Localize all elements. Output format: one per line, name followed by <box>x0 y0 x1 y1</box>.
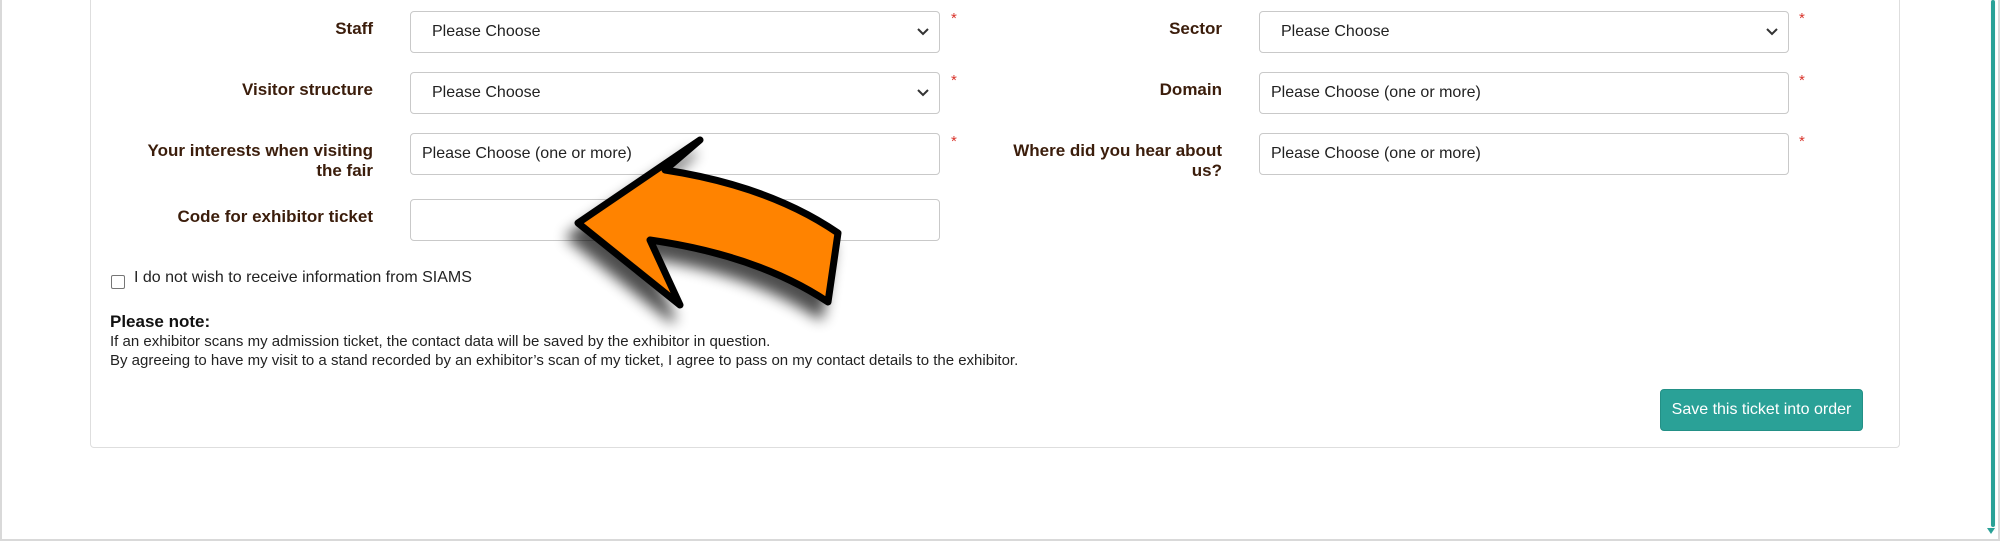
hear-about-label-line1: Where did you hear about <box>1013 141 1222 160</box>
staff-label: Staff <box>335 19 373 38</box>
sector-select[interactable]: Please Choose <box>1259 11 1789 53</box>
hear-about-label-line2: us? <box>1191 161 1222 180</box>
required-marker: * <box>1799 133 1805 150</box>
visitor-structure-select[interactable]: Please Choose <box>410 72 940 114</box>
sector-label: Sector <box>1169 19 1222 38</box>
note-line-2: By agreeing to have my visit to a stand … <box>110 352 1019 369</box>
note-title: Please note: <box>110 312 211 331</box>
required-marker: * <box>951 72 957 89</box>
scroll-down-arrow-icon[interactable] <box>1987 528 1995 534</box>
required-marker: * <box>1799 10 1805 27</box>
domain-label: Domain <box>1159 80 1222 99</box>
opt-out-checkbox[interactable] <box>111 275 125 289</box>
save-ticket-button[interactable]: Save this ticket into order <box>1660 389 1863 431</box>
interests-multiselect[interactable]: Please Choose (one or more) <box>410 133 940 175</box>
chevron-down-icon <box>1766 28 1778 36</box>
interests-multiselect-value: Please Choose (one or more) <box>422 145 632 162</box>
interests-label-line2: the fair <box>316 161 373 180</box>
scrollbar-thumb[interactable] <box>1991 0 1995 527</box>
chevron-down-icon <box>917 89 929 97</box>
domain-multiselect-value: Please Choose (one or more) <box>1271 84 1481 101</box>
required-marker: * <box>951 10 957 27</box>
visitor-structure-select-value: Please Choose <box>432 84 541 101</box>
interests-label: Your interests when visiting the fair <box>100 141 373 181</box>
staff-select-value: Please Choose <box>432 23 541 40</box>
staff-select[interactable]: Please Choose <box>410 11 940 53</box>
sector-select-value: Please Choose <box>1281 23 1390 40</box>
opt-out-label: I do not wish to receive information fro… <box>134 269 472 286</box>
chevron-down-icon <box>917 28 929 36</box>
exhibitor-code-label: Code for exhibitor ticket <box>177 207 373 226</box>
note-line-1: If an exhibitor scans my admission ticke… <box>110 333 771 350</box>
visitor-structure-label: Visitor structure <box>241 80 373 99</box>
required-marker: * <box>1799 72 1805 89</box>
interests-label-line1: Your interests when visiting <box>147 141 373 160</box>
exhibitor-code-input[interactable] <box>410 199 940 241</box>
hear-about-multiselect[interactable]: Please Choose (one or more) <box>1259 133 1789 175</box>
domain-multiselect[interactable]: Please Choose (one or more) <box>1259 72 1789 114</box>
hear-about-label: Where did you hear about us? <box>962 141 1222 181</box>
required-marker: * <box>951 133 957 150</box>
hear-about-multiselect-value: Please Choose (one or more) <box>1271 145 1481 162</box>
